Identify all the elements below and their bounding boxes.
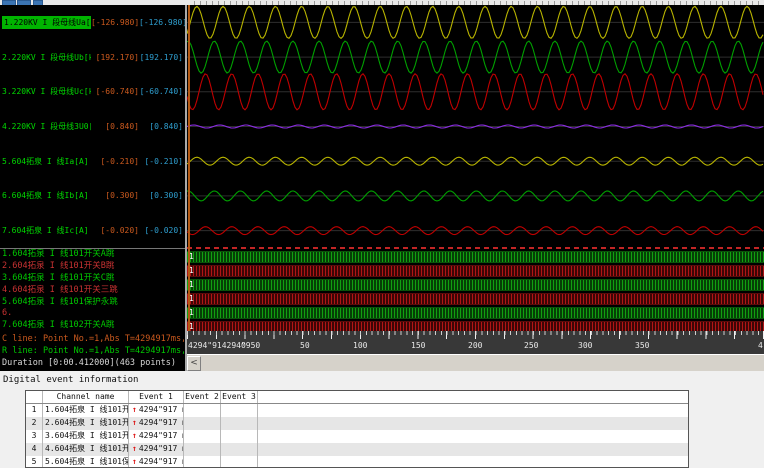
- event-time: 4294"917 ms: [138, 444, 183, 453]
- column-header[interactable]: Event 2: [184, 391, 221, 403]
- analog-channel-label[interactable]: 4.220KV I 段母线3U0[kV]: [2, 121, 91, 132]
- cursor-value-c: [0.840]: [105, 121, 139, 131]
- ruler-label: 350: [635, 341, 650, 350]
- event-time: 4294"917 ms: [138, 418, 183, 427]
- analog-channel-row[interactable]: 7.604拓泉 I 线Ic[A] [-0.020] [-0.020]: [0, 213, 185, 248]
- time-ruler[interactable]: 4294"914294"950 0 50 100 150 200 250 300 350 4: [187, 331, 764, 354]
- cursor-value-r: [-0.020]: [144, 226, 183, 236]
- column-header[interactable]: [26, 391, 43, 403]
- analog-channel-row[interactable]: 6.604拓泉 I 线Ib[A] [0.300] [0.300]: [0, 179, 185, 214]
- ruler-label: 100: [353, 341, 368, 350]
- ruler-label: 4294"914294"950: [188, 341, 261, 350]
- ruler-label: 50: [300, 341, 310, 350]
- event-table-row[interactable]: 44.604拓泉 I 线101开关三跳↑4294"917 ms: [26, 443, 688, 456]
- event-table-row[interactable]: 11.604拓泉 I 线101开关A跳↑4294"917 ms: [26, 404, 688, 417]
- ruler-minor-ticks: [187, 331, 764, 335]
- analog-channel-row[interactable]: 5.604拓泉 I 线Ia[A] [-0.210] [-0.210]: [0, 144, 185, 179]
- cursor-value-c: [192.170]: [95, 52, 139, 62]
- rising-edge-icon: ↑: [132, 405, 137, 414]
- digital-channel-label[interactable]: 1.604拓泉 I 线101开关A跳: [0, 249, 185, 261]
- digital-channel-label[interactable]: 4.604拓泉 I 线101开关三跳: [0, 285, 185, 297]
- duration-status: Duration [0:00.412000](463 points): [2, 358, 176, 368]
- digital-state-bar: 1: [187, 265, 764, 277]
- cursor-value-r: [-0.210]: [144, 156, 183, 166]
- column-header[interactable]: Event 1: [129, 391, 184, 403]
- digital-state-bar: 1: [187, 293, 764, 305]
- analog-channel-label[interactable]: 5.604拓泉 I 线Ia[A]: [2, 156, 91, 167]
- rising-edge-icon: ↑: [132, 444, 137, 453]
- ruler-label: 0: [241, 341, 246, 350]
- digital-channel-label[interactable]: 5.604拓泉 I 线101保护永跳: [0, 297, 185, 309]
- column-header[interactable]: Event 3: [221, 391, 258, 403]
- analog-channel-label[interactable]: 2.220KV I 段母线Ub[kV]: [2, 52, 91, 63]
- cursor-value-r: [0.300]: [149, 191, 183, 201]
- analog-channel-label[interactable]: 6.604拓泉 I 线Ib[A]: [2, 190, 91, 201]
- digital-channel-list: 1.604拓泉 I 线101开关A跳 2.604拓泉 I 线101开关B跳 3.60…: [0, 248, 185, 332]
- event-time: 4294"917 ms: [138, 405, 183, 414]
- waveform-analyzer-window: { "toolbar": { "icons": ["toolbar-icon-1…: [0, 0, 764, 468]
- clipped-trace-dashes: [187, 247, 764, 249]
- ruler-label: 300: [578, 341, 593, 350]
- r-cursor-status: R line: Point No.=1,Abs T=4294917ms, Rel…: [2, 346, 184, 356]
- cursor-value-r: [-60.740]: [139, 87, 183, 97]
- digital-event-table: Channel name Event 1 Event 2 Event 3 1 1.604拓…: [25, 390, 689, 468]
- analog-channel-row[interactable]: 4.220KV I 段母线3U0[kV] [0.840] [0.840]: [0, 109, 185, 144]
- analog-channel-label[interactable]: 3.220KV I 段母线Uc[kV]: [2, 86, 91, 97]
- digital-channel-label[interactable]: 2.604拓泉 I 线101开关B跳: [0, 261, 185, 273]
- digital-channel-label[interactable]: 6.: [0, 308, 185, 320]
- event-time: 4294"917 ms: [138, 457, 183, 466]
- analog-channel-row[interactable]: 1.220KV I 段母线Ua[kV][-126.980][-126.980]: [0, 5, 188, 40]
- event-table-row[interactable]: 33.604拓泉 I 线101开关C跳↑4294"917 ms: [26, 430, 688, 443]
- cursor-value-c: [-126.980]: [91, 17, 140, 27]
- event-table-header: Channel name Event 1 Event 2 Event 3: [26, 391, 688, 404]
- analog-channel-row[interactable]: 2.220KV I 段母线Ub[kV] [192.170][192.170]: [0, 40, 185, 75]
- analog-waveforms: [187, 5, 764, 236]
- ruler-label: 150: [411, 341, 426, 350]
- rising-edge-icon: ↑: [132, 457, 137, 466]
- cursor-value-r: [0.840]: [149, 121, 183, 131]
- c-cursor-status: C line: Point No.=1,Abs T=4294917ms, Rel…: [2, 334, 184, 344]
- cursor-value-r: [192.170]: [139, 52, 183, 62]
- column-header[interactable]: Channel name: [43, 391, 129, 403]
- rising-edge-icon: ↑: [132, 418, 137, 427]
- analog-channel-row[interactable]: 3.220KV I 段母线Uc[kV] [-60.740][-60.740]: [0, 74, 185, 109]
- cursor-value-c: [-60.740]: [95, 87, 139, 97]
- digital-state-bar: 1: [187, 279, 764, 291]
- event-section-title: Digital event information: [3, 375, 139, 385]
- scroll-left-button[interactable]: <: [187, 356, 201, 371]
- digital-channel-label[interactable]: 3.604拓泉 I 线101开关C跳: [0, 273, 185, 285]
- event-time: 4294"917 ms: [138, 431, 183, 440]
- ruler-label: 4: [758, 341, 763, 350]
- ruler-label: 200: [468, 341, 483, 350]
- digital-trace-bars: 1111111: [187, 251, 764, 332]
- analog-channel-list: 1.220KV I 段母线Ua[kV][-126.980][-126.980]2…: [0, 5, 188, 248]
- digital-state-bar: 1: [187, 307, 764, 319]
- rising-edge-icon: ↑: [132, 431, 137, 440]
- event-table-row[interactable]: 22.604拓泉 I 线101开关B跳↑4294"917 ms: [26, 417, 688, 430]
- analog-channel-label[interactable]: 1.220KV I 段母线Ua[kV]: [2, 15, 91, 29]
- cursor-value-r: [-126.980]: [139, 17, 188, 27]
- analog-channel-label[interactable]: 7.604拓泉 I 线Ic[A]: [2, 225, 91, 236]
- event-table-row[interactable]: 55.604拓泉 I 线101保护永跳↑4294"917 ms: [26, 456, 688, 467]
- horizontal-scrollbar[interactable]: <: [187, 354, 764, 371]
- digital-state-bar: 1: [187, 251, 764, 263]
- time-cursor[interactable]: [188, 5, 190, 331]
- waveform-viewer: 1.220KV I 段母线Ua[kV][-126.980][-126.980]2…: [0, 5, 764, 371]
- ruler-label: 250: [524, 341, 539, 350]
- event-section: Digital event information Channel name Ev…: [0, 371, 764, 468]
- cursor-value-c: [-0.020]: [100, 226, 139, 236]
- cursor-value-c: [-0.210]: [100, 156, 139, 166]
- digital-channel-label[interactable]: 7.604拓泉 I 线102开关A跳: [0, 320, 185, 332]
- cursor-value-c: [0.300]: [105, 191, 139, 201]
